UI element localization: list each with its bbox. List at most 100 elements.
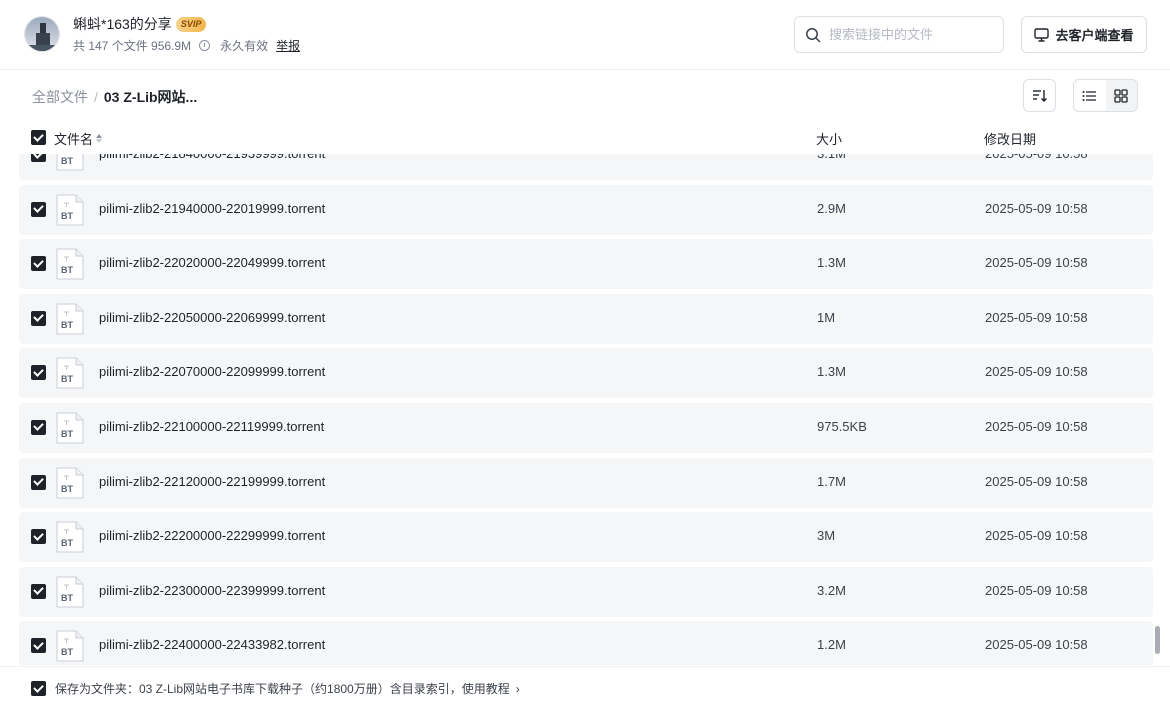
file-checkbox[interactable] <box>31 419 46 435</box>
file-row[interactable]: BT pilimi-zlib2-21840000-21939999.torren… <box>19 154 1153 180</box>
bt-label: BT <box>61 320 73 330</box>
column-header-size: 大小 <box>816 132 843 147</box>
open-client-label: 去客户端查看 <box>1055 28 1134 43</box>
file-checkbox[interactable] <box>31 154 46 162</box>
file-checkbox[interactable] <box>31 310 46 326</box>
file-row[interactable]: BT pilimi-zlib2-22020000-22049999.torren… <box>19 239 1153 290</box>
share-meta: 共 147 个文件 956.9M 永久有效 举报 <box>73 37 300 54</box>
search-box[interactable] <box>794 16 1004 53</box>
bt-label: BT <box>61 429 73 439</box>
file-row[interactable]: BT pilimi-zlib2-22050000-22069999.torren… <box>19 293 1153 344</box>
bt-label: BT <box>61 484 73 494</box>
file-date: 2025-05-09 10:58 <box>985 309 1088 325</box>
svip-badge: SVIP <box>175 16 207 32</box>
file-date: 2025-05-09 10:58 <box>985 582 1088 598</box>
grid-view-icon <box>1114 88 1128 103</box>
info-icon[interactable] <box>199 40 211 51</box>
report-link[interactable]: 举报 <box>276 37 300 54</box>
file-date: 2025-05-09 10:58 <box>985 473 1088 489</box>
share-owner-name: 蝌蚪*163的分享 <box>73 16 172 32</box>
file-checkbox[interactable] <box>31 201 46 217</box>
sort-order-icon <box>1032 89 1047 102</box>
file-name[interactable]: pilimi-zlib2-22200000-22299999.torrent <box>99 528 325 543</box>
save-as-folder-label: 保存为文件夹：03 Z-Lib网站电子书库下载种子（约1800万册）含目录索引，… <box>55 682 510 696</box>
file-name[interactable]: pilimi-zlib2-21940000-22019999.torrent <box>99 201 325 216</box>
file-list: BT pilimi-zlib2-21840000-21939999.torren… <box>19 154 1153 665</box>
avatar[interactable] <box>24 16 60 52</box>
file-checkbox[interactable] <box>31 583 46 599</box>
file-name[interactable]: pilimi-zlib2-22020000-22049999.torrent <box>99 255 325 270</box>
validity-text: 永久有效 <box>220 39 269 53</box>
torrent-file-icon: BT <box>56 630 84 665</box>
column-header-date: 修改日期 <box>984 132 1037 147</box>
file-size: 1.2M <box>817 637 846 653</box>
file-date: 2025-05-09 10:58 <box>985 528 1088 544</box>
file-name[interactable]: pilimi-zlib2-21840000-21939999.torrent <box>99 154 325 161</box>
search-input[interactable] <box>829 27 989 42</box>
file-size: 3.2M <box>817 582 846 598</box>
file-size: 1.3M <box>817 364 846 380</box>
scrollbar-thumb[interactable] <box>1155 626 1160 654</box>
share-header: 蝌蚪*163的分享 SVIP 共 147 个文件 956.9M 永久有效 举报 … <box>0 0 1170 70</box>
column-header-row: 文件名 大小 修改日期 <box>0 125 1170 153</box>
torrent-file-icon: BT <box>56 154 84 176</box>
torrent-file-icon: BT <box>56 412 84 449</box>
view-toggle <box>1073 79 1138 112</box>
breadcrumb: 全部文件 / 03 Z-Lib网站... <box>32 87 197 107</box>
save-as-folder-checkbox[interactable] <box>31 681 46 696</box>
grid-view-button[interactable] <box>1105 80 1137 111</box>
torrent-file-icon: BT <box>56 194 84 231</box>
select-all-checkbox[interactable] <box>31 130 46 145</box>
file-row[interactable]: BT pilimi-zlib2-22100000-22119999.torren… <box>19 402 1153 453</box>
open-client-button[interactable]: 去客户端查看 <box>1021 16 1147 53</box>
file-size: 2.9M <box>817 200 846 216</box>
file-row[interactable]: BT pilimi-zlib2-21940000-22019999.torren… <box>19 184 1153 235</box>
save-footer: 保存为文件夹：03 Z-Lib网站电子书库下载种子（约1800万册）含目录索引，… <box>0 666 1170 703</box>
breadcrumb-separator: / <box>94 89 98 105</box>
file-size: 3.1M <box>817 154 846 161</box>
file-name[interactable]: pilimi-zlib2-22050000-22069999.torrent <box>99 310 325 325</box>
sort-button[interactable] <box>1023 79 1056 112</box>
file-date: 2025-05-09 10:58 <box>985 637 1088 653</box>
file-checkbox[interactable] <box>31 638 46 654</box>
file-row[interactable]: BT pilimi-zlib2-22400000-22433982.torren… <box>19 621 1153 665</box>
bt-label: BT <box>61 593 73 603</box>
column-name-label: 文件名 <box>54 132 94 147</box>
file-checkbox[interactable] <box>31 474 46 490</box>
file-size: 1.3M <box>817 255 846 271</box>
monitor-icon <box>1034 27 1050 42</box>
file-date: 2025-05-09 10:58 <box>985 154 1088 161</box>
bt-label: BT <box>61 374 73 384</box>
torrent-file-icon: BT <box>56 521 84 558</box>
scrollbar-track[interactable] <box>1155 154 1161 665</box>
list-view-button[interactable] <box>1074 80 1106 111</box>
chevron-right-icon: › <box>515 682 520 696</box>
save-as-folder-text[interactable]: 保存为文件夹：03 Z-Lib网站电子书库下载种子（约1800万册）含目录索引，… <box>55 680 520 697</box>
list-view-icon <box>1082 90 1097 101</box>
file-name[interactable]: pilimi-zlib2-22070000-22099999.torrent <box>99 364 325 379</box>
file-row[interactable]: BT pilimi-zlib2-22300000-22399999.torren… <box>19 566 1153 617</box>
file-row[interactable]: BT pilimi-zlib2-22200000-22299999.torren… <box>19 512 1153 563</box>
file-rows: BT pilimi-zlib2-21840000-21939999.torren… <box>19 154 1153 665</box>
file-date: 2025-05-09 10:58 <box>985 200 1088 216</box>
torrent-file-icon: BT <box>56 248 84 285</box>
file-checkbox[interactable] <box>31 256 46 272</box>
breadcrumb-root[interactable]: 全部文件 <box>32 87 88 107</box>
file-name[interactable]: pilimi-zlib2-22300000-22399999.torrent <box>99 583 325 598</box>
file-row[interactable]: BT pilimi-zlib2-22070000-22099999.torren… <box>19 348 1153 399</box>
file-size: 1M <box>817 309 836 325</box>
torrent-file-icon: BT <box>56 467 84 504</box>
file-size: 975.5KB <box>817 418 867 434</box>
file-checkbox[interactable] <box>31 365 46 381</box>
file-checkbox[interactable] <box>31 529 46 545</box>
file-name[interactable]: pilimi-zlib2-22100000-22119999.torrent <box>99 419 324 434</box>
column-header-name[interactable]: 文件名 <box>54 129 103 148</box>
file-name[interactable]: pilimi-zlib2-22120000-22199999.torrent <box>99 474 325 489</box>
file-size: 1.7M <box>817 473 846 489</box>
file-count-text: 共 147 个文件 956.9M <box>73 39 192 53</box>
breadcrumb-current: 03 Z-Lib网站... <box>103 89 198 105</box>
file-row[interactable]: BT pilimi-zlib2-22120000-22199999.torren… <box>19 457 1153 508</box>
file-date: 2025-05-09 10:58 <box>985 255 1088 271</box>
search-icon <box>806 27 821 42</box>
file-name[interactable]: pilimi-zlib2-22400000-22433982.torrent <box>99 637 325 652</box>
